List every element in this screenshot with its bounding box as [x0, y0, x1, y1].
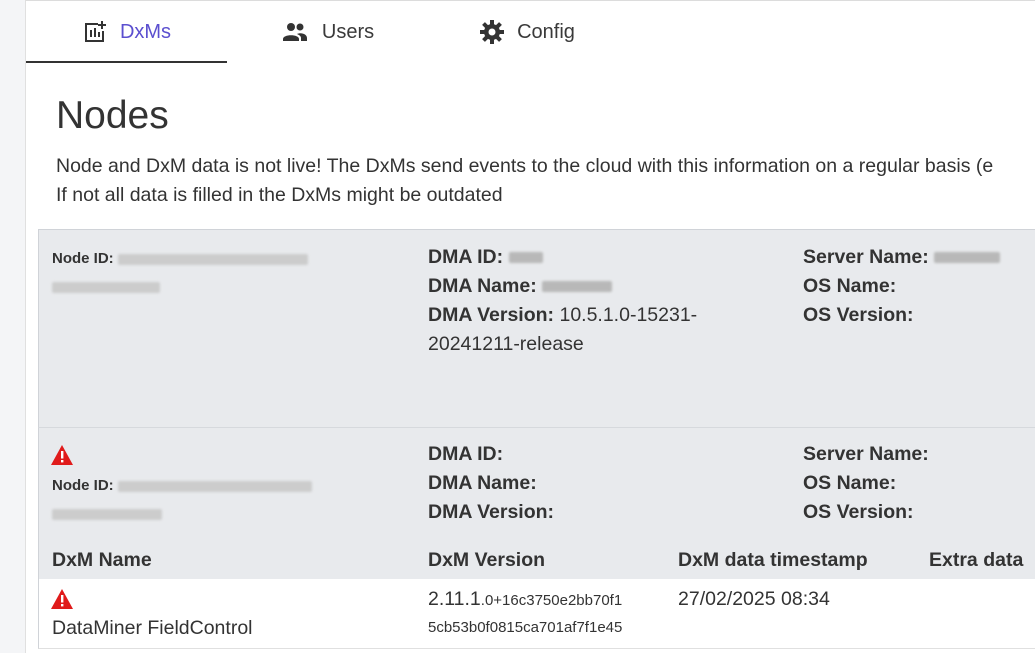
node-id-label: Node ID:: [52, 250, 114, 267]
node-id: Node ID:: [52, 245, 308, 301]
app-window: DxMs Users Config Nodes Node and DxM dat…: [25, 0, 1035, 653]
column-header-dxm-version[interactable]: DxM Version: [428, 541, 545, 579]
dma-version-value: 10.5.1.0-15231-: [559, 304, 698, 326]
gear-icon: [480, 20, 505, 44]
tab-bar: DxMs Users Config: [26, 1, 1035, 65]
dma-name-label: DMA Name:: [428, 275, 537, 297]
server-name-label: Server Name:: [803, 246, 929, 268]
dxm-name: DataMiner FieldControl: [52, 617, 253, 639]
tab-dxms[interactable]: DxMs: [26, 1, 227, 63]
os-version-label: OS Version:: [803, 304, 914, 326]
node-card: Node ID: DMA ID: DMA Name: DMA Version: …: [38, 229, 1035, 427]
server-info: Server Name: OS Name: OS Version:: [803, 243, 1001, 330]
redacted-value: [117, 253, 308, 265]
warning-icon: [51, 445, 73, 465]
dma-id-label: DMA ID:: [428, 443, 504, 465]
os-name-label: OS Name:: [803, 472, 897, 494]
warning-icon: [51, 589, 73, 609]
dma-version-value-cont: 20241211-release: [428, 333, 584, 355]
tab-users[interactable]: Users: [227, 1, 427, 63]
redacted-value: [52, 281, 160, 293]
dma-version-label: DMA Version:: [428, 501, 555, 523]
page-title: Nodes: [56, 94, 169, 137]
redacted-value: [52, 508, 162, 520]
server-name-label: Server Name:: [803, 443, 929, 465]
redacted-value: [117, 480, 312, 492]
dxm-version: 2.11.1.0+16c3750e2bb70f1: [428, 588, 622, 611]
node-card: Node ID: DMA ID: DMA Name: DMA Version: …: [38, 427, 1035, 541]
redacted-value: [934, 252, 1001, 264]
dma-info: DMA ID: DMA Name: DMA Version: 10.5.1.0-…: [428, 243, 697, 359]
server-info: Server Name: OS Name: OS Version:: [803, 440, 929, 527]
dxm-timestamp: 27/02/2025 08:34: [678, 588, 830, 610]
dma-info: DMA ID: DMA Name: DMA Version:: [428, 440, 554, 527]
node-id: Node ID:: [52, 472, 312, 528]
dma-version-label: DMA Version:: [428, 304, 555, 326]
node-id-label: Node ID:: [52, 477, 114, 494]
tab-users-label: Users: [321, 20, 375, 43]
users-icon: [282, 23, 307, 41]
intro-text: Node and DxM data is not live! The DxMs …: [56, 152, 1035, 210]
column-header-extra-data[interactable]: Extra data: [929, 541, 1023, 579]
chart-plus-icon: [84, 21, 106, 42]
redacted-value: [508, 252, 543, 264]
tab-config[interactable]: Config: [427, 1, 627, 63]
intro-line-2: If not all data is filled in the DxMs mi…: [56, 184, 503, 206]
intro-line-1: Node and DxM data is not live! The DxMs …: [56, 155, 994, 177]
dxm-version-main: 2.11.1: [428, 588, 481, 610]
dma-name-label: DMA Name:: [428, 472, 537, 494]
column-header-timestamp[interactable]: DxM data timestamp: [678, 541, 868, 579]
column-header-dxm-name[interactable]: DxM Name: [52, 541, 152, 579]
dma-id-label: DMA ID:: [428, 246, 504, 268]
os-version-label: OS Version:: [803, 501, 914, 523]
redacted-value: [542, 281, 613, 293]
dxm-version-line2: 5cb53b0f0815ca701af7f1e45: [428, 619, 623, 636]
os-name-label: OS Name:: [803, 275, 897, 297]
dxm-version-suffix: .0+16c3750e2bb70f1: [480, 592, 623, 609]
dxm-table-header: DxM Name DxM Version DxM data timestamp …: [38, 541, 1035, 579]
table-row[interactable]: DataMiner FieldControl 2.11.1.0+16c3750e…: [38, 579, 1035, 649]
tab-config-label: Config: [517, 20, 575, 43]
tab-dxms-label: DxMs: [119, 20, 172, 43]
